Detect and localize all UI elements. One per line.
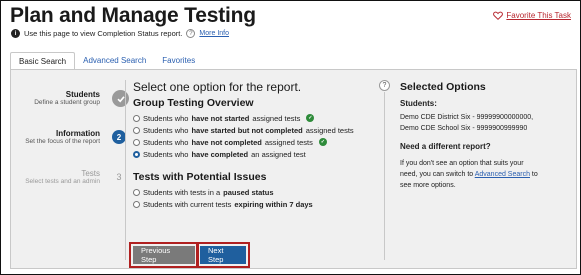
step-title: Students — [65, 90, 100, 99]
page-subtitle: i Use this page to view Completion Statu… — [11, 29, 229, 38]
check-circle-icon: ✓ — [318, 138, 327, 146]
step-tests: Tests Select tests and an admin — [14, 169, 100, 185]
option-text: Students with tests in a — [143, 187, 221, 197]
report-options: Select one option for the report. Group … — [133, 80, 363, 210]
option-started-not-completed[interactable]: Students who have started but not comple… — [133, 124, 363, 136]
tab-bar: Basic Search Advanced Search Favorites — [10, 52, 203, 70]
help-text-line: If you don't see an option that suits yo… — [400, 160, 524, 167]
option-emphasis: have not completed — [191, 137, 262, 147]
radio-button[interactable] — [133, 200, 140, 208]
radio-button[interactable] — [133, 126, 140, 134]
potential-issues-options: Students with tests in a paused status S… — [133, 186, 363, 210]
option-not-completed[interactable]: Students who have not completed assigned… — [133, 136, 363, 148]
step-marker-todo: 3 — [116, 172, 122, 182]
selected-district: Demo CDE District Six - 99999900000000, — [400, 114, 534, 121]
next-step-button[interactable]: Next Step — [200, 246, 246, 264]
option-text: an assigned test — [251, 149, 306, 159]
options-heading: Select one option for the report. — [133, 80, 302, 94]
students-label: Students: — [400, 99, 437, 108]
step-divider — [125, 80, 126, 260]
radio-button-selected[interactable] — [133, 150, 140, 158]
step-information[interactable]: Information Set the focus of the report — [14, 129, 100, 145]
group-testing-overview-options: Students who have not started assigned t… — [133, 112, 363, 160]
favorite-link[interactable]: Favorite This Task — [493, 11, 571, 20]
help-text: need, you can switch to — [400, 171, 475, 178]
selected-options-heading: Selected Options — [400, 81, 486, 93]
different-report-label: Need a different report? — [400, 142, 491, 151]
selected-options-panel: Selected Options Students: Demo CDE Dist… — [400, 80, 576, 191]
tab-favorites[interactable]: Favorites — [154, 52, 203, 70]
option-not-started[interactable]: Students who have not started assigned t… — [133, 112, 363, 124]
option-emphasis: expiring within 7 days — [234, 199, 313, 209]
option-text: Students who — [143, 113, 189, 123]
radio-button[interactable] — [133, 188, 140, 196]
tab-advanced-search[interactable]: Advanced Search — [75, 52, 154, 70]
radio-button[interactable] — [133, 138, 140, 146]
help-text-line: need, you can switch to Advanced Search … — [400, 169, 576, 180]
option-text: Students who — [143, 149, 189, 159]
potential-issues-title: Tests with Potential Issues — [133, 171, 267, 183]
page-title: Plan and Manage Testing — [10, 4, 256, 27]
option-text: assigned tests — [264, 137, 313, 147]
previous-step-highlight: Previous Step — [129, 242, 199, 268]
step-title: Information — [56, 129, 100, 138]
option-text: assigned tests — [252, 113, 301, 123]
advanced-search-link[interactable]: Advanced Search — [475, 171, 530, 178]
favorite-label: Favorite This Task — [506, 11, 571, 20]
info-icon: i — [11, 29, 20, 38]
tab-basic-search[interactable]: Basic Search — [10, 52, 76, 70]
step-marker-current: 2 — [112, 130, 126, 144]
option-expiring-soon[interactable]: Students with current tests expiring wit… — [133, 198, 363, 210]
selected-school: Demo CDE School Six - 9999900999990 — [400, 125, 528, 132]
question-icon[interactable]: ? — [186, 29, 196, 38]
subtitle-text: Use this page to view Completion Status … — [24, 29, 183, 38]
group-testing-overview-title: Group Testing Overview — [133, 97, 254, 109]
help-text-line: see more options. — [400, 182, 456, 189]
radio-button[interactable] — [133, 114, 140, 122]
more-info-link[interactable]: More Info — [199, 30, 229, 37]
checkmark-icon — [112, 90, 129, 107]
step-subtitle: Set the focus of the report — [25, 138, 100, 145]
option-emphasis: have completed — [191, 149, 249, 159]
previous-step-button[interactable]: Previous Step — [133, 246, 195, 264]
option-text: Students with current tests — [143, 199, 232, 209]
step-title: Tests — [81, 169, 100, 178]
check-circle-icon: ✓ — [306, 114, 315, 122]
next-step-highlight: Next Step — [196, 242, 250, 268]
option-emphasis: have not started — [191, 113, 250, 123]
option-text: Students who — [143, 125, 189, 135]
heart-icon — [493, 11, 504, 20]
option-emphasis: have started but not completed — [191, 125, 303, 135]
option-paused-status[interactable]: Students with tests in a paused status — [133, 186, 363, 198]
step-subtitle: Define a student group — [34, 99, 100, 106]
question-icon[interactable]: ? — [379, 80, 390, 91]
option-emphasis: paused status — [223, 187, 274, 197]
help-text: to — [529, 171, 538, 178]
step-students[interactable]: Students Define a student group — [16, 90, 100, 106]
option-text: Students who — [143, 137, 189, 147]
option-text: assigned tests — [305, 125, 354, 135]
step-subtitle: Select tests and an admin — [25, 178, 100, 185]
column-divider — [384, 92, 385, 260]
option-completed[interactable]: Students who have completed an assigned … — [133, 148, 363, 160]
